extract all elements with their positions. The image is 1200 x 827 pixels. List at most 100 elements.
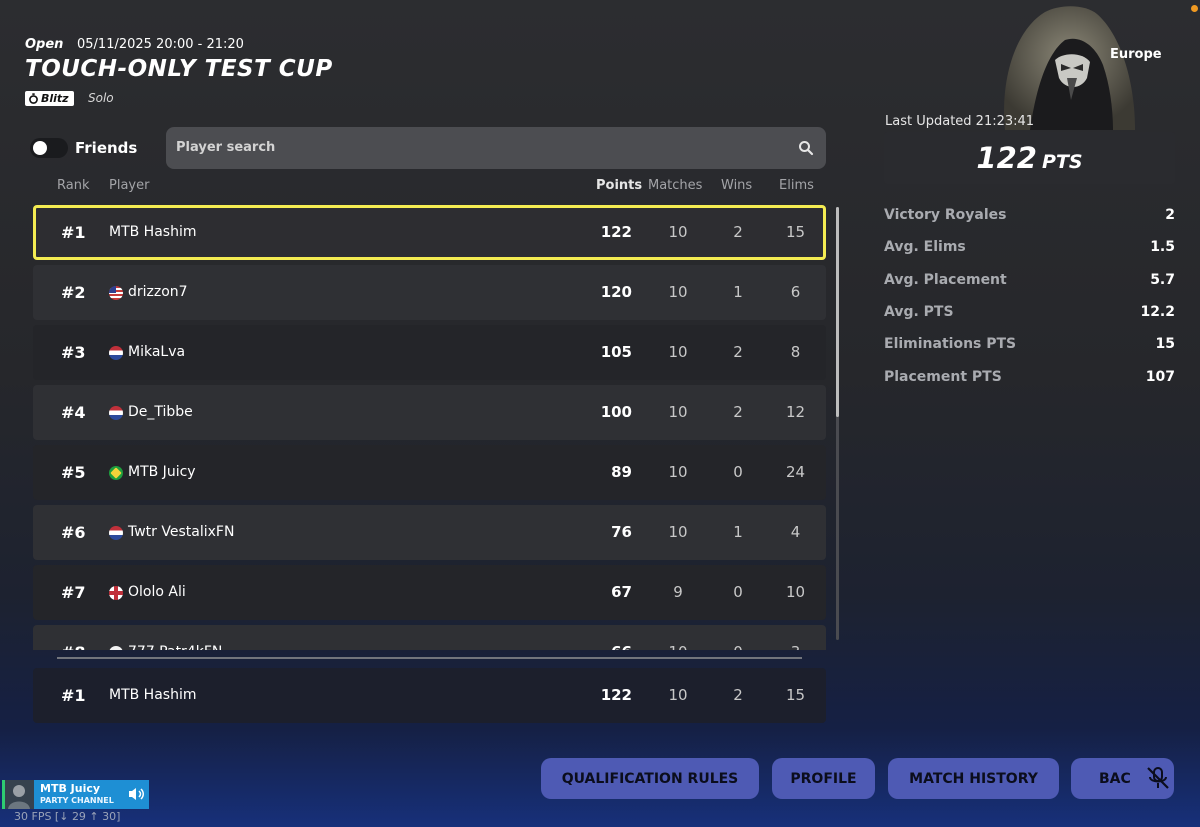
profile-button[interactable]: PROFILE <box>772 758 875 799</box>
row-matches: 10 <box>668 686 688 704</box>
row-player: Twtr VestalixFN <box>109 505 234 560</box>
table-row[interactable]: #8 777 Patr4kFN 66 10 0 3 <box>33 625 826 650</box>
england-flag-icon <box>109 585 123 600</box>
row-rank: #4 <box>61 403 86 422</box>
row-wins: 0 <box>733 583 743 601</box>
party-channel-label: PARTY CHANNEL <box>40 796 114 805</box>
row-elims: 24 <box>785 463 806 481</box>
scrollbar-thumb[interactable] <box>836 207 839 417</box>
row-player: Ololo Ali <box>109 565 186 620</box>
stat-avg-elims: Avg. Elims 1.5 <box>884 239 1175 261</box>
row-matches: 10 <box>668 283 688 301</box>
row-elims: 15 <box>785 686 806 704</box>
table-row[interactable]: #1 MTB Hashim 122 10 2 15 <box>33 205 826 260</box>
fps-counter: 30 FPS [↓ 29 ↑ 30] <box>14 810 121 823</box>
row-player: MikaLva <box>109 325 185 380</box>
total-points-value: 122 <box>976 141 1037 175</box>
row-matches: 9 <box>673 583 683 601</box>
row-rank: #1 <box>61 686 86 705</box>
total-points-unit: PTS <box>1042 151 1083 173</box>
row-player: MTB Hashim <box>109 205 197 260</box>
row-player: 777 Patr4kFN <box>109 625 222 650</box>
nl-flag-icon <box>109 405 123 420</box>
stat-avg-pts: Avg. PTS 12.2 <box>884 304 1175 326</box>
row-rank: #2 <box>61 283 86 302</box>
stat-value: 5.7 <box>1150 272 1175 288</box>
friends-toggle[interactable] <box>30 138 68 158</box>
table-row[interactable]: #7 Ololo Ali 67 9 0 10 <box>33 565 826 620</box>
row-wins: 1 <box>733 523 743 541</box>
avatar-icon <box>8 785 30 809</box>
event-title: TOUCH-ONLY TEST CUP <box>25 56 333 82</box>
region-label: Europe <box>1110 47 1162 62</box>
stat-label: Avg. PTS <box>884 304 954 320</box>
event-status: Open <box>25 37 64 52</box>
table-row[interactable]: #5 MTB Juicy 89 10 0 24 <box>33 445 826 500</box>
row-matches: 10 <box>653 625 703 650</box>
stat-placement-pts: Placement PTS 107 <box>884 369 1175 391</box>
row-player-name: MTB Juicy <box>128 464 196 480</box>
row-elims: 12 <box>785 403 806 421</box>
leaderboard-list[interactable]: #1 MTB Hashim 122 10 2 15 #2 drizzon7 12… <box>33 205 828 650</box>
my-rank-row[interactable]: #1 MTB Hashim 122 10 2 15 <box>33 668 826 723</box>
row-matches: 10 <box>668 463 688 481</box>
row-points: 122 <box>600 686 632 704</box>
stat-value: 2 <box>1165 207 1175 223</box>
stat-label: Eliminations PTS <box>884 336 1017 352</box>
row-player: De_Tibbe <box>109 385 193 440</box>
row-player-name: De_Tibbe <box>128 404 193 420</box>
row-elims: 8 <box>790 343 801 361</box>
row-points: 67 <box>611 583 632 601</box>
flag-icon <box>109 645 123 650</box>
search-icon[interactable] <box>798 140 814 156</box>
row-rank: #6 <box>61 523 86 542</box>
row-wins: 2 <box>733 223 743 241</box>
row-wins: 1 <box>733 283 743 301</box>
stopwatch-icon <box>29 93 38 104</box>
row-rank: #3 <box>61 343 86 362</box>
row-player-name: 777 Patr4kFN <box>128 625 222 650</box>
back-button[interactable]: BAC <box>1071 758 1174 799</box>
notification-dot <box>1191 5 1198 12</box>
row-player-name: Twtr VestalixFN <box>128 524 235 540</box>
nl-flag-icon <box>109 525 123 540</box>
row-points: 105 <box>600 343 632 361</box>
stat-label: Avg. Elims <box>884 239 966 255</box>
stat-label: Victory Royales <box>884 207 1007 223</box>
col-header-player: Player <box>109 178 150 193</box>
party-widget[interactable]: MTB Juicy PARTY CHANNEL <box>2 780 149 809</box>
stat-value: 107 <box>1145 369 1175 385</box>
us-flag-icon <box>109 285 123 300</box>
row-rank: #7 <box>61 583 86 602</box>
row-wins: 2 <box>733 403 743 421</box>
table-row[interactable]: #4 De_Tibbe 100 10 2 12 <box>33 385 826 440</box>
row-points: 100 <box>600 403 632 421</box>
row-points: 122 <box>600 223 632 241</box>
row-rank: #5 <box>61 463 86 482</box>
col-header-wins[interactable]: Wins <box>721 178 752 193</box>
player-search-input[interactable]: Player search <box>166 127 826 169</box>
row-matches: 10 <box>668 403 688 421</box>
col-header-points[interactable]: Points <box>596 178 642 193</box>
mode-badge-label: Blitz <box>41 92 69 105</box>
row-rank: #1 <box>61 223 86 242</box>
table-row[interactable]: #3 MikaLva 105 10 2 8 <box>33 325 826 380</box>
qualification-rules-button[interactable]: QUALIFICATION RULES <box>541 758 759 799</box>
stat-elimination-pts: Eliminations PTS 15 <box>884 336 1175 358</box>
row-wins: 0 <box>733 463 743 481</box>
back-button-label: BAC <box>1099 770 1131 787</box>
table-row[interactable]: #6 Twtr VestalixFN 76 10 1 4 <box>33 505 826 560</box>
avatar <box>2 780 34 809</box>
match-history-button[interactable]: MATCH HISTORY <box>888 758 1059 799</box>
mode-badge: Blitz <box>25 91 74 106</box>
toggle-knob <box>33 141 47 155</box>
row-elims: 3 <box>773 625 818 650</box>
row-elims: 10 <box>785 583 806 601</box>
table-row[interactable]: #2 drizzon7 120 10 1 6 <box>33 265 826 320</box>
row-elims: 4 <box>790 523 801 541</box>
leaderboard-scrollbar[interactable] <box>836 207 839 640</box>
total-points-box: 122 PTS <box>884 132 1175 184</box>
col-header-elims[interactable]: Elims <box>779 178 814 193</box>
row-player: MTB Hashim <box>109 668 197 723</box>
col-header-matches[interactable]: Matches <box>648 178 702 193</box>
